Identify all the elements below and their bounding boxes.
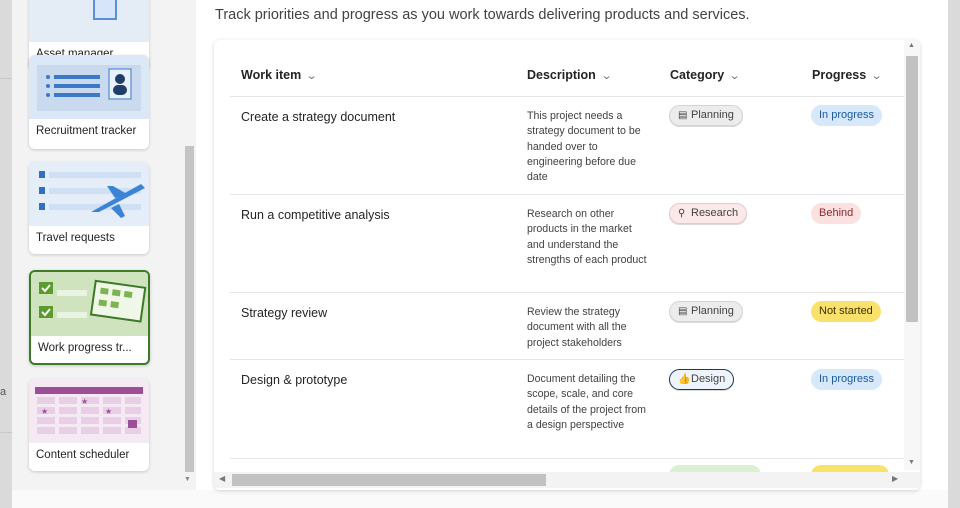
background-left-edge: a [0,0,12,508]
row-description: Research on other products in the market… [527,208,647,266]
thumbs-up-icon: 👍 [678,374,691,385]
header-divider [230,96,906,97]
grid-vertical-scroll-thumb[interactable] [906,56,918,322]
column-header-work-item[interactable]: Work item ⌄ [241,68,318,82]
calendar-icon: ▤ [678,306,688,317]
background-right-edge [948,0,960,508]
row-divider [230,194,906,195]
chevron-down-icon: ⌄ [600,70,613,82]
column-header-progress[interactable]: Progress ⌄ [812,68,883,82]
row-title: Strategy review [241,306,328,320]
category-pill: 👍Design [669,369,735,390]
svg-text:★: ★ [105,407,112,416]
row-description: Review the strategy document with all th… [527,306,627,349]
scroll-up-arrow-icon[interactable]: ▲ [908,42,915,49]
chevron-down-icon: ⌄ [305,70,318,82]
dialog-footer [12,490,948,508]
row-divider [230,292,906,293]
template-label: Work progress tr... [38,342,132,354]
template-label: Travel requests [36,232,115,244]
template-list-panel: Asset manager Recruitment tracker Travel… [12,0,196,490]
scroll-right-arrow-icon[interactable]: ▶ [892,474,898,483]
row-divider [230,359,906,360]
category-pill: ⚲ Research [669,203,748,224]
work-progress-thumbnail-icon [39,279,147,323]
chevron-down-icon: ⌄ [870,70,883,82]
progress-pill: Behind [811,203,862,224]
template-description: Track priorities and progress as you wor… [215,7,750,23]
template-card-work-progress-tracker[interactable]: Work progress tr... [29,270,150,365]
travel-thumbnail-icon [39,171,145,218]
row-title: Run a competitive analysis [241,208,390,222]
template-label: Content scheduler [36,449,130,461]
template-label: Recruitment tracker [36,125,137,137]
template-list-scroll-thumb[interactable] [185,146,194,472]
preview-grid: Work item ⌄ Description ⌄ Category ⌄ Progre… [214,40,920,490]
progress-pill: In progress [811,105,883,126]
template-card-content-scheduler[interactable]: ★ ★ ★ Content scheduler [29,379,149,471]
category-pill: ▤ Planning [669,301,743,322]
recruitment-thumbnail-icon [37,65,141,111]
calendar-icon: ▤ [678,110,688,121]
row-description: Document detailing the scope, scale, and… [527,373,646,431]
column-header-category[interactable]: Category ⌄ [670,68,741,82]
template-card-recruitment-tracker[interactable]: Recruitment tracker [29,55,149,149]
row-title: Create a strategy document [241,110,396,124]
template-card-travel-requests[interactable]: Travel requests [29,162,149,254]
scroll-down-arrow-icon[interactable]: ▼ [184,476,191,483]
scroll-left-arrow-icon[interactable]: ◀ [219,474,225,483]
row-title: Design & prototype [241,373,348,387]
column-header-description[interactable]: Description ⌄ [527,68,613,82]
svg-text:★: ★ [41,407,48,416]
row-divider [230,458,906,459]
progress-pill: In progress [811,369,883,390]
progress-pill: Not started [811,301,881,322]
people-search-icon: ⚲ [678,208,686,219]
grid-horizontal-scroll-thumb[interactable] [232,474,546,486]
category-pill: ▤ Planning [669,105,743,126]
content-scheduler-thumbnail-icon: ★ ★ ★ [35,387,143,434]
scroll-down-arrow-icon[interactable]: ▼ [908,459,915,466]
chevron-down-icon: ⌄ [728,70,741,82]
row-description: This project needs a strategy document t… [527,110,641,184]
svg-text:★: ★ [81,397,88,406]
